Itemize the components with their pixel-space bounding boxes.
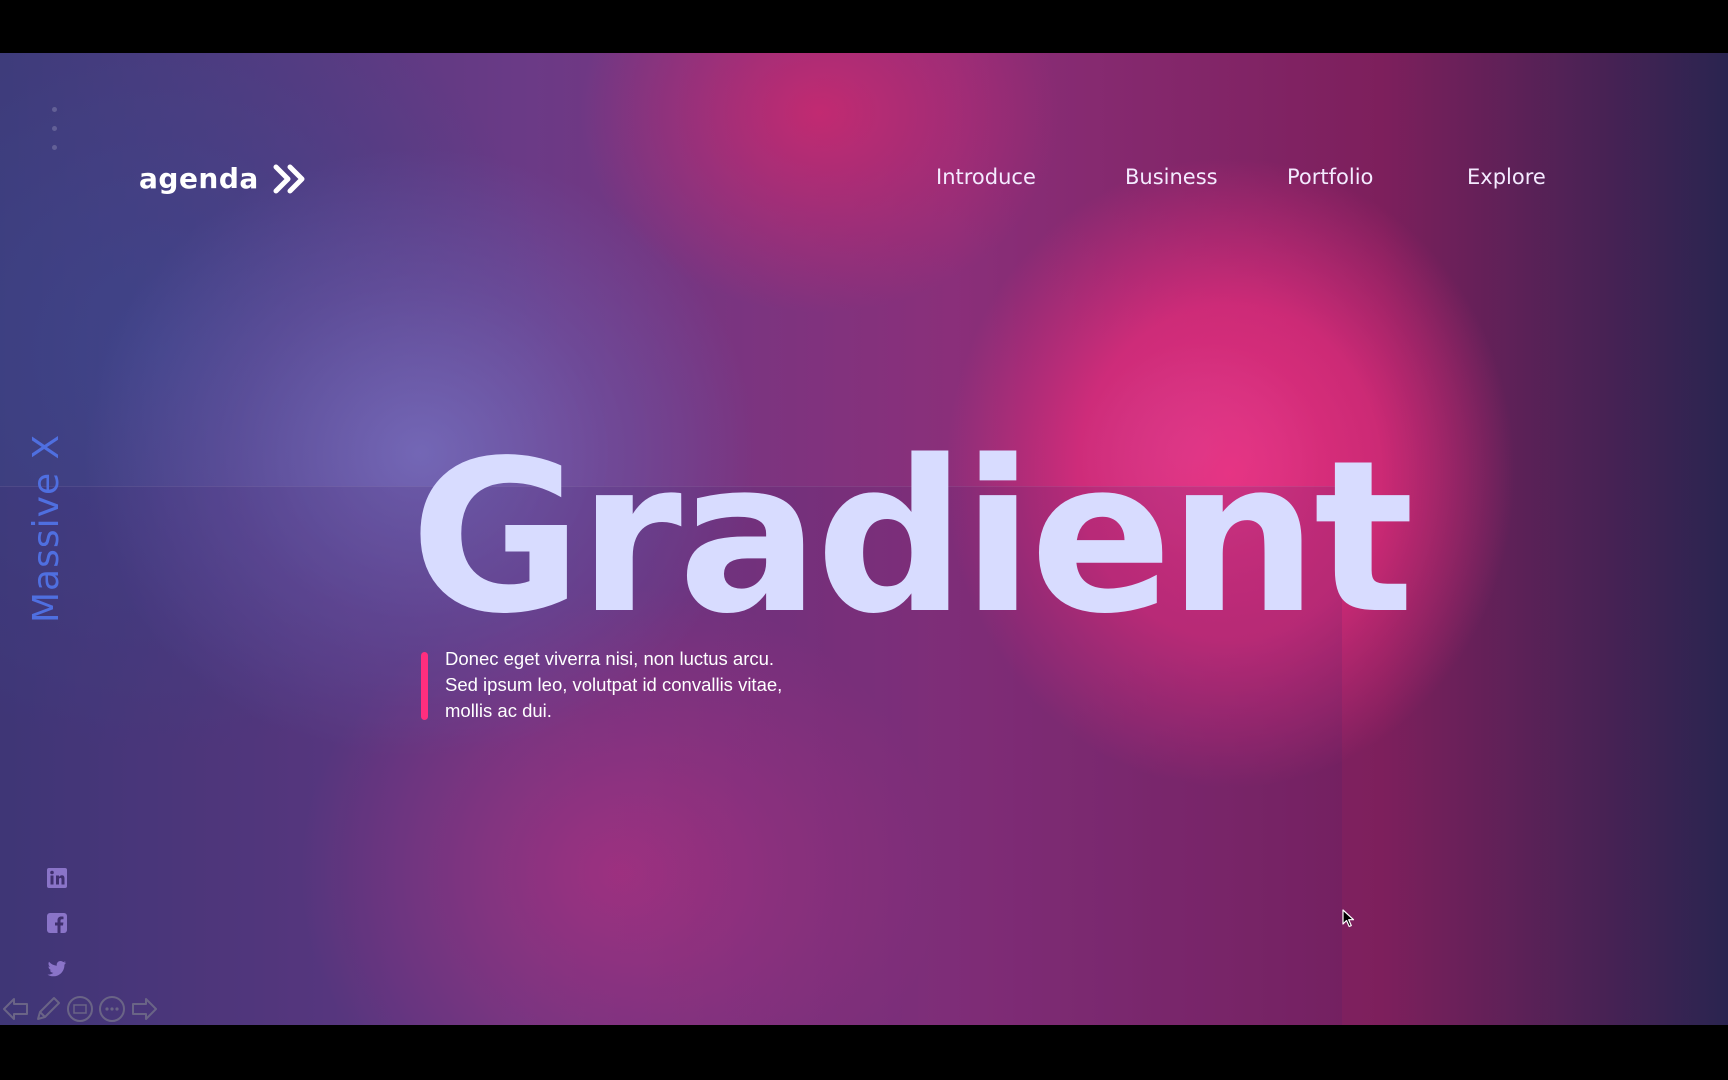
next-slide-button[interactable]	[128, 993, 160, 1025]
hero-body-text: Donec eget viverra nisi, non luctus arcu…	[445, 646, 865, 724]
previous-slide-icon	[3, 998, 28, 1020]
more-options-button[interactable]	[96, 993, 128, 1025]
accent-bar	[421, 652, 428, 720]
pen-tool-button[interactable]	[32, 993, 64, 1025]
brand-vertical-text: Massive X	[26, 433, 67, 623]
pen-icon	[37, 997, 60, 1020]
slides-grid-button[interactable]	[64, 993, 96, 1025]
slides-grid-icon	[67, 996, 93, 1022]
body-line: Sed ipsum leo, volutpat id convallis vit…	[445, 674, 783, 695]
more-options-icon	[99, 996, 125, 1022]
twitter-icon[interactable]	[46, 957, 68, 979]
next-slide-icon	[132, 998, 157, 1020]
logo[interactable]: agenda	[139, 162, 309, 195]
hero-title: Gradient	[410, 415, 1414, 660]
previous-slide-button[interactable]	[0, 993, 32, 1025]
body-line: mollis ac dui.	[445, 700, 552, 721]
linkedin-icon[interactable]	[46, 867, 68, 889]
presentation-toolbar	[0, 992, 160, 1025]
mouse-cursor-icon	[1342, 909, 1355, 928]
nav-business[interactable]: Business	[1125, 165, 1218, 195]
nav-introduce[interactable]: Introduce	[936, 165, 1036, 195]
slide-progress-dots	[52, 107, 58, 164]
presentation-slide: agenda Introduce Business Portfolio Expl…	[0, 53, 1728, 1025]
double-chevron-right-icon	[273, 164, 305, 193]
body-line: Donec eget viverra nisi, non luctus arcu…	[445, 648, 775, 669]
logo-text: agenda	[139, 162, 259, 195]
nav-explore[interactable]: Explore	[1467, 165, 1546, 195]
nav-portfolio[interactable]: Portfolio	[1287, 165, 1373, 195]
facebook-icon[interactable]	[46, 912, 68, 934]
